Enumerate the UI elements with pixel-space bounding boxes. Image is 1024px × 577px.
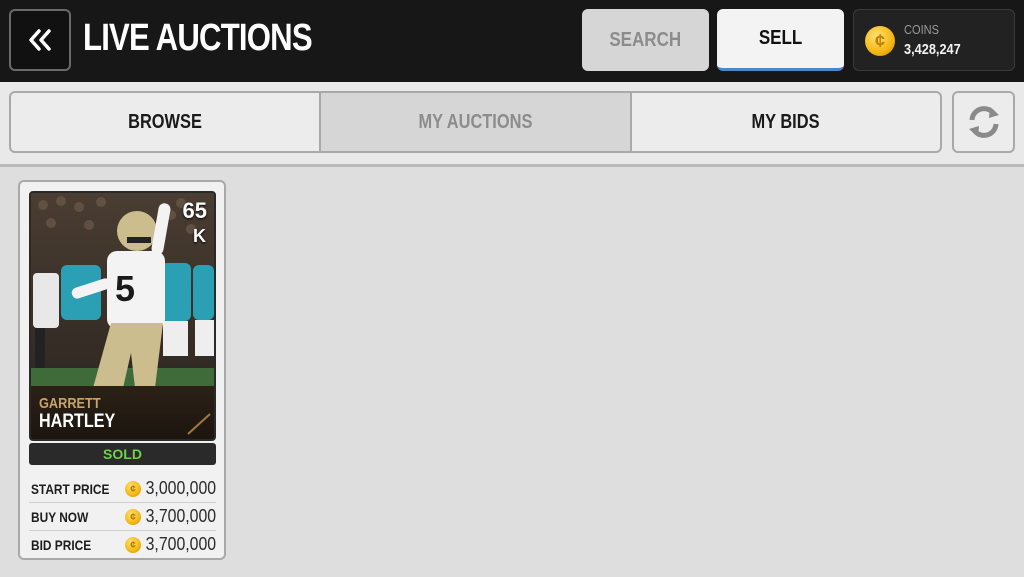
tab-my-auctions-label: MY AUCTIONS xyxy=(418,110,533,133)
svg-text:5: 5 xyxy=(115,268,135,309)
coins-balance: ¢ COINS 3,428,247 xyxy=(853,9,1015,71)
tab-my-bids[interactable]: MY BIDS xyxy=(629,93,940,151)
tab-browse[interactable]: BROWSE xyxy=(11,93,319,151)
card-corner-accent xyxy=(187,413,211,435)
page-title: LIVE AUCTIONS xyxy=(83,17,313,59)
tab-browse-label: BROWSE xyxy=(128,110,203,133)
sell-button[interactable]: SELL xyxy=(717,9,844,71)
price-label: BID PRICE xyxy=(31,537,92,553)
price-row-buy-now: BUY NOW ¢ 3,700,000 xyxy=(29,503,216,531)
price-list: START PRICE ¢ 3,000,000 BUY NOW ¢ 3,700,… xyxy=(29,475,216,558)
double-chevron-left-icon xyxy=(29,29,51,51)
coins-label: COINS xyxy=(904,22,939,37)
player-position: K xyxy=(193,226,206,246)
coin-icon: ¢ xyxy=(865,26,895,56)
price-row-start: START PRICE ¢ 3,000,000 xyxy=(29,475,216,503)
player-overall: 65 xyxy=(182,198,207,223)
coin-icon: ¢ xyxy=(125,509,141,525)
price-row-bid: BID PRICE ¢ 3,700,000 xyxy=(29,531,216,558)
tab-my-bids-label: MY BIDS xyxy=(751,110,820,133)
search-button-label: SEARCH xyxy=(609,28,682,51)
coin-icon: ¢ xyxy=(125,481,141,497)
coins-value: 3,428,247 xyxy=(904,41,961,58)
status-badge: SOLD xyxy=(29,443,216,465)
price-value: 3,700,000 xyxy=(145,506,216,526)
player-last-name: HARTLEY xyxy=(39,411,116,432)
refresh-button[interactable] xyxy=(952,91,1015,153)
auction-tabs: BROWSE MY AUCTIONS MY BIDS xyxy=(9,91,942,153)
top-header: LIVE AUCTIONS SEARCH SELL ¢ COINS 3,428,… xyxy=(0,0,1024,82)
player-photo: 5 65 K GARRETT HARTLEY xyxy=(29,191,216,441)
refresh-icon xyxy=(968,106,999,138)
tab-bar: BROWSE MY AUCTIONS MY BIDS xyxy=(0,82,1024,167)
coin-icon: ¢ xyxy=(125,537,141,553)
auction-card[interactable]: 5 65 K GARRETT HARTLEY SOLD START PRICE … xyxy=(18,180,226,560)
price-value: 3,000,000 xyxy=(145,478,216,498)
price-label: BUY NOW xyxy=(31,509,89,525)
nameplate: GARRETT HARTLEY xyxy=(31,386,214,439)
back-button[interactable] xyxy=(9,9,71,71)
tab-my-auctions[interactable]: MY AUCTIONS xyxy=(319,93,630,151)
price-label: START PRICE xyxy=(31,481,110,497)
search-button[interactable]: SEARCH xyxy=(582,9,709,71)
player-first-name: GARRETT xyxy=(39,395,101,412)
sell-button-label: SELL xyxy=(758,27,803,49)
price-value: 3,700,000 xyxy=(145,534,216,554)
